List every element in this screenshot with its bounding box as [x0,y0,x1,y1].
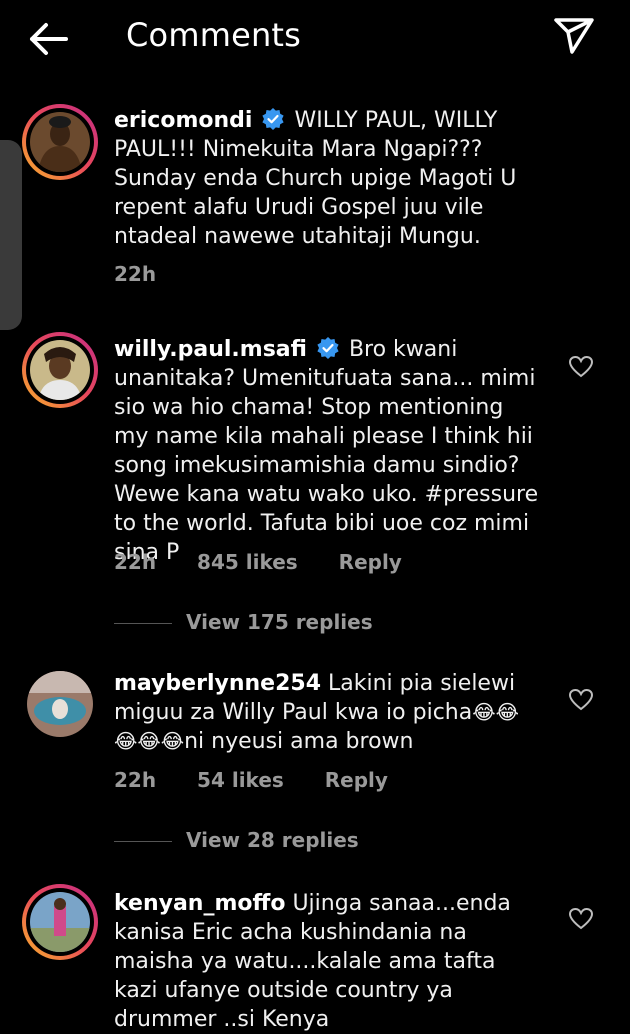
like-heart-icon[interactable] [568,687,594,713]
comment-time: 22h [114,262,157,286]
comment-time: 22h [114,550,157,574]
comment-text-block: ericomondi WILLY PAUL, WILLY PAUL!!! Nim… [114,106,544,251]
comment-username[interactable]: ericomondi [114,108,252,133]
scroll-handle[interactable] [0,140,22,330]
comment-likes[interactable]: 54 likes [197,768,284,792]
comment-username[interactable]: kenyan_moffo [114,891,285,916]
comment-username[interactable]: willy.paul.msafi [114,337,307,362]
comment-text-block: mayberlynne254 Lakini pia sielewi miguu … [114,669,544,756]
comment-body: Bro kwani unanitaka? Umenitufuata sana..… [114,337,539,565]
view-replies: View 28 replies [114,828,359,852]
view-replies: View 175 replies [114,610,373,634]
comment-body: ni nyeusi ama brown [184,729,414,754]
like-heart-icon[interactable] [568,906,594,932]
avatar-photo [27,671,93,737]
reply-button[interactable]: Reply [325,768,388,792]
view-replies-button[interactable]: View 175 replies [186,610,373,634]
comment-likes[interactable]: 845 likes [197,550,298,574]
divider-line [114,841,172,842]
avatar[interactable] [22,332,98,408]
send-icon[interactable] [550,12,598,60]
comment-meta: 22h 54 likes Reply [114,768,422,792]
back-arrow-icon[interactable] [22,18,74,60]
avatar-photo [30,340,90,400]
verified-badge-icon [262,108,285,130]
top-bar: Comments [0,0,630,82]
avatar[interactable] [22,884,98,960]
divider-line [114,623,172,624]
avatar[interactable] [22,666,98,742]
page-title: Comments [126,16,302,54]
reply-button[interactable]: Reply [339,550,402,574]
comment-time: 22h [114,768,157,792]
view-replies-button[interactable]: View 28 replies [186,828,359,852]
verified-badge-icon [317,337,339,359]
comment-text-block: kenyan_moffo Ujinga sanaa...enda kanisa … [114,889,544,1034]
comment-meta: 22h 845 likes Reply [114,550,436,574]
comment-text-block: willy.paul.msafi Bro kwani unanitaka? Um… [114,335,544,567]
like-heart-icon[interactable] [568,354,594,380]
emoji: 😂😂😂 [114,729,185,753]
comment-username[interactable]: mayberlynne254 [114,671,321,696]
emoji: 😂😂 [472,700,519,724]
comment-meta: 22h [114,262,190,286]
avatar[interactable] [22,104,98,180]
avatar-photo [30,112,90,172]
avatar-photo [30,892,90,952]
